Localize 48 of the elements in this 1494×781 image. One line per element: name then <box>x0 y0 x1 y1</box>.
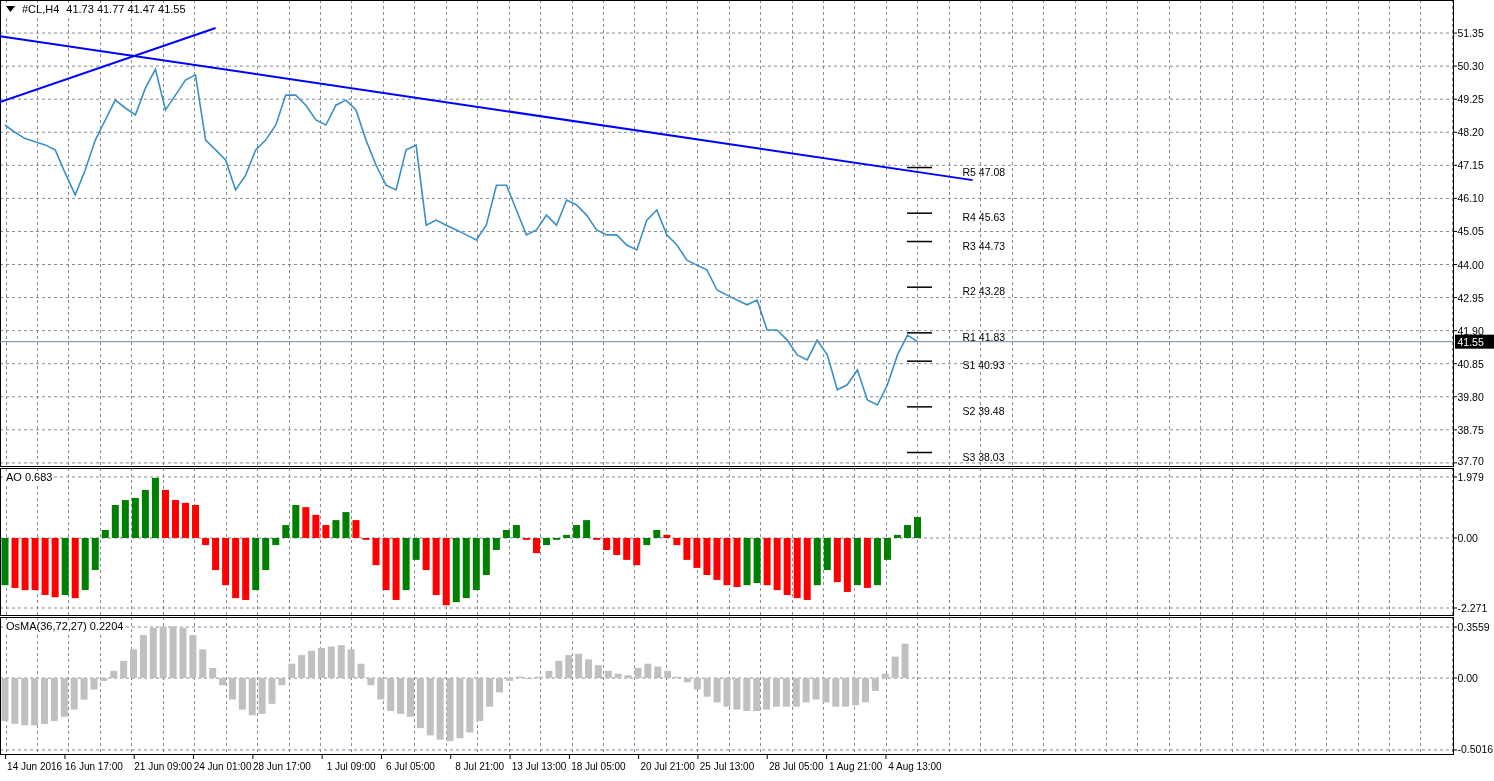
time-label: 25 Jul 13:00 <box>699 761 755 772</box>
pivot-label: S1 40.93 <box>962 359 1005 372</box>
scale-label: -0.5016 <box>1457 743 1494 755</box>
scale-label: 44.00 <box>1457 258 1484 271</box>
pivot-label: R5 47.08 <box>962 165 1006 178</box>
pivot-label: R2 43.28 <box>962 285 1006 298</box>
ohlc-quote: 41.73 41.77 41.47 41.55 <box>66 3 186 15</box>
time-label: 21 Jun 09:00 <box>134 761 193 772</box>
scale-label: 0.3559 <box>1457 621 1490 634</box>
scale-label: -2.271 <box>1457 602 1488 614</box>
time-label: 16 Jun 17:00 <box>65 761 123 772</box>
time-label: 8 Jul 21:00 <box>455 761 505 772</box>
indicator-title: AO 0.683 <box>6 471 53 483</box>
scale-label: 47.15 <box>1457 159 1484 172</box>
time-label: 28 Jun 17:00 <box>253 761 311 772</box>
symbol-title: #CL,H4 <box>22 3 60 15</box>
pivot-label: R4 45.63 <box>962 211 1006 224</box>
time-label: 6 Jul 05:00 <box>386 761 435 772</box>
indicator-title: OsMA(36,72,27) 0.2204 <box>6 620 124 632</box>
scale-label: 42.95 <box>1457 291 1484 304</box>
time-label: 24 Jun 01:00 <box>193 761 252 772</box>
scale-label: 46.10 <box>1457 192 1484 205</box>
pivot-label: R1 41.83 <box>962 330 1006 343</box>
scale-label: 1.979 <box>1457 470 1484 483</box>
time-label: 13 Jul 13:00 <box>511 761 567 772</box>
time-label: 1 Aug 21:00 <box>828 761 883 772</box>
pivot-label: S3 38.03 <box>962 450 1005 463</box>
scale-label: 40.85 <box>1457 357 1484 370</box>
pivot-label: S2 39.48 <box>962 404 1005 417</box>
time-label: 28 Jul 05:00 <box>769 761 824 772</box>
scale-label: 39.80 <box>1457 390 1484 403</box>
pivot-label: R3 44.73 <box>962 239 1006 252</box>
scale-label: 0.00 <box>1457 532 1478 544</box>
current-price-tag: 41.55 <box>1455 334 1494 349</box>
scale-label: 49.25 <box>1457 93 1484 106</box>
time-label: 4 Aug 13:00 <box>888 761 942 772</box>
scale-label: 0.00 <box>1457 672 1478 685</box>
scale-label: 51.35 <box>1457 27 1484 40</box>
scale-label: 38.75 <box>1457 423 1484 436</box>
scale-label: 37.70 <box>1457 455 1484 467</box>
scale-label: 50.30 <box>1457 60 1484 73</box>
time-label: 14 Jun 2016 <box>7 761 63 772</box>
scale-label: 48.20 <box>1457 126 1484 139</box>
time-label: 1 Jul 09:00 <box>326 761 376 772</box>
time-label: 20 Jul 21:00 <box>640 761 695 772</box>
scale-label: 41.90 <box>1457 324 1484 337</box>
scale-label: 45.05 <box>1457 225 1484 238</box>
time-label: 18 Jul 05:00 <box>571 761 626 772</box>
